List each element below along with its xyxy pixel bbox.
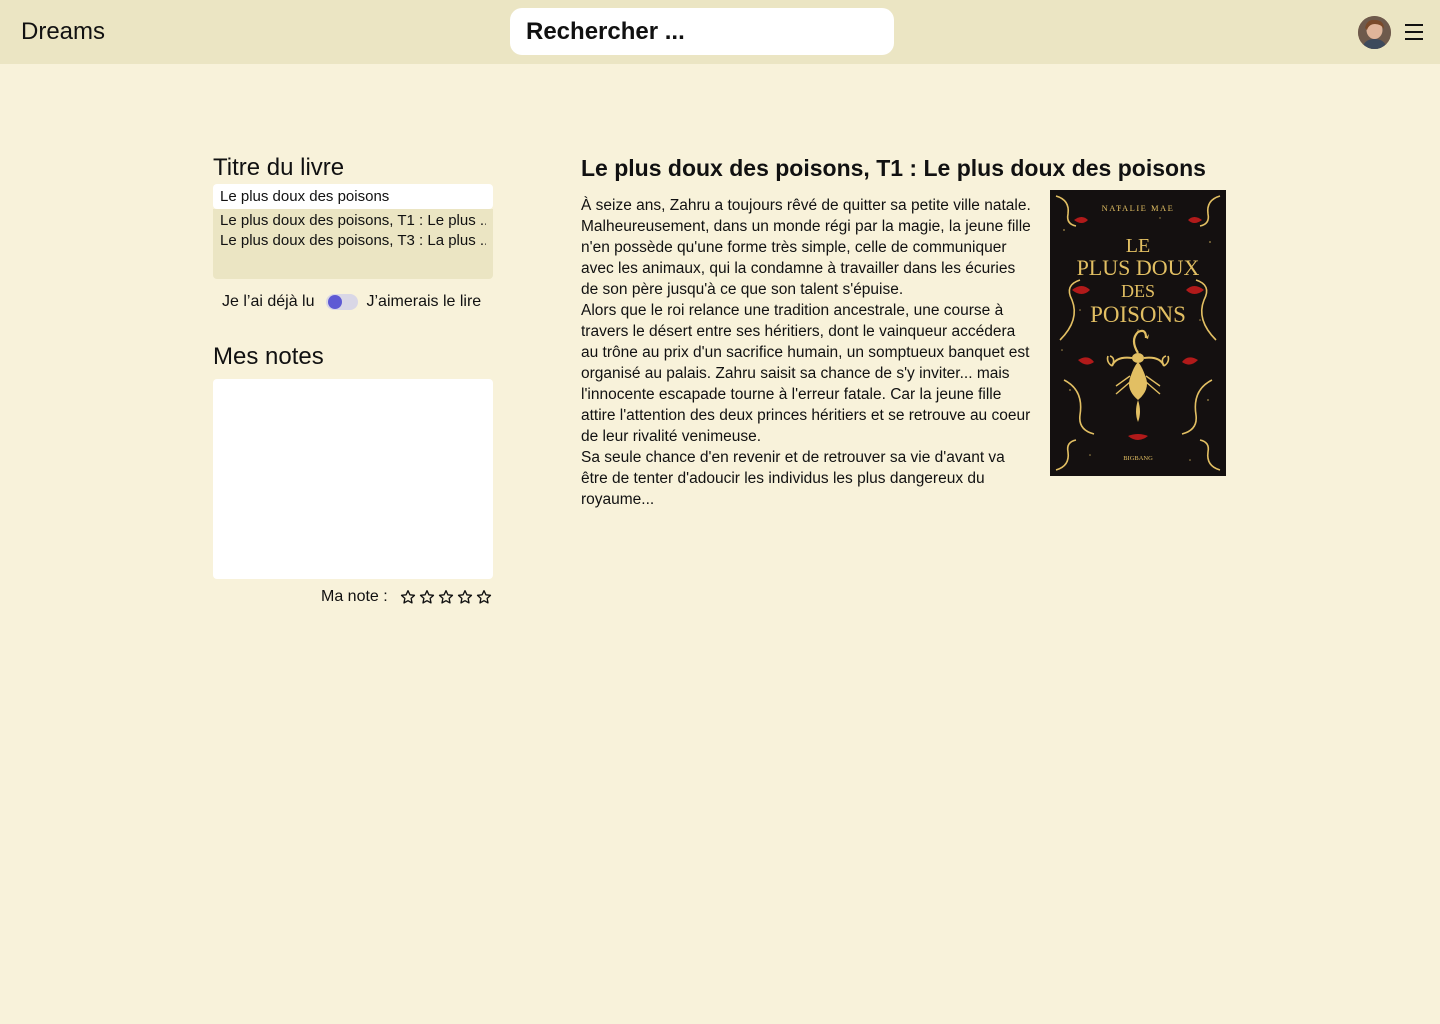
suggestion-item[interactable]: Le plus doux des poisons, T3 : La plus .… (220, 231, 486, 251)
suggestion-list: Le plus doux des poisons, T1 : Le plus .… (213, 209, 493, 279)
search-placeholder: Rechercher ... (526, 17, 685, 45)
star-icon[interactable] (457, 589, 473, 605)
search-input[interactable]: Rechercher ... (510, 8, 894, 55)
cover-title-line: POISONS (1090, 302, 1186, 327)
book-heading: Le plus doux des poisons, T1 : Le plus d… (581, 155, 1206, 181)
star-icon[interactable] (476, 589, 492, 605)
app-logo[interactable]: Dreams (21, 17, 105, 47)
description-paragraph: Alors que le roi relance une tradition a… (581, 302, 1031, 445)
hamburger-menu-icon[interactable] (1405, 24, 1423, 40)
description-paragraph: Sa seule chance d'en revenir et de retro… (581, 449, 1005, 508)
cover-title-line: PLUS DOUX (1077, 255, 1200, 280)
toggle-label-want: J’aimerais le lire (366, 293, 482, 310)
avatar-image (1358, 16, 1391, 49)
top-bar: Dreams Rechercher ... (0, 0, 1440, 64)
notes-label: Mes notes (213, 343, 324, 370)
rating-label: Ma note : (321, 588, 388, 605)
read-status-toggle-row: Je l’ai déjà lu J’aimerais le lire (222, 290, 481, 314)
cover-publisher: BIGBANG (1123, 455, 1153, 462)
star-icon[interactable] (419, 589, 435, 605)
avatar[interactable] (1358, 16, 1391, 49)
star-icon[interactable] (438, 589, 454, 605)
toggle-label-read: Je l’ai déjà lu (222, 293, 315, 310)
book-title-input[interactable]: Le plus doux des poisons (213, 184, 493, 209)
book-title-label: Titre du livre (213, 154, 345, 181)
description-paragraph: À seize ans, Zahru a toujours rêvé de qu… (581, 197, 1031, 298)
toggle-knob (327, 295, 342, 309)
book-cover: NATALIE MAE LE PLUS DOUX DES POISONS BIG… (1050, 190, 1226, 476)
suggestion-item[interactable]: Le plus doux des poisons, T1 : Le plus .… (220, 211, 486, 231)
notes-textarea[interactable] (213, 379, 493, 579)
book-description: À seize ans, Zahru a toujours rêvé de qu… (581, 195, 1031, 510)
cover-title-line: LE (1126, 235, 1150, 257)
rating-row: Ma note : (321, 586, 495, 608)
cover-author: NATALIE MAE (1102, 203, 1175, 213)
read-status-toggle[interactable] (325, 294, 358, 310)
cover-title-line: DES (1121, 281, 1155, 301)
star-rating (400, 589, 495, 605)
star-icon[interactable] (400, 589, 416, 605)
